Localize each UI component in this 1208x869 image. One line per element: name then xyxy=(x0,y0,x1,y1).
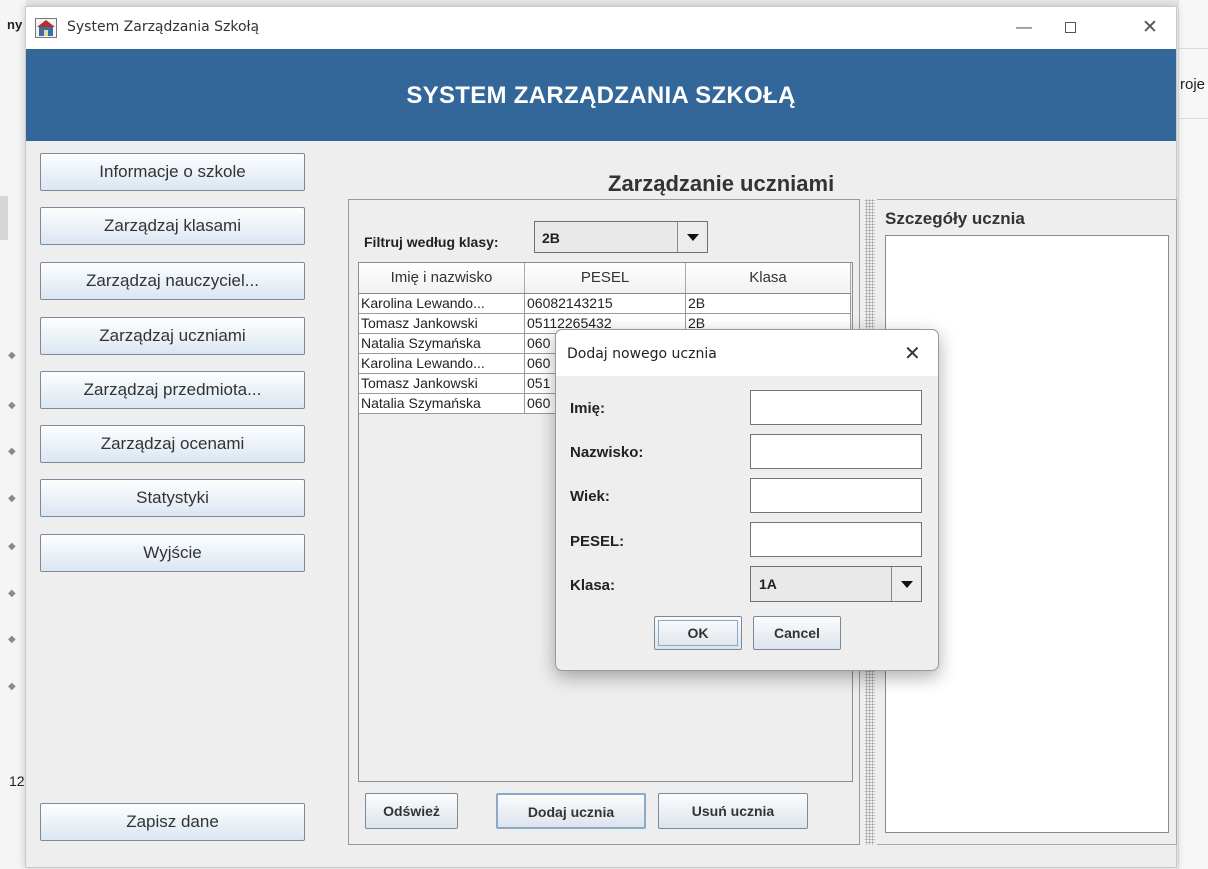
cell-name: Natalia Szymańska xyxy=(359,334,525,354)
maximize-button[interactable] xyxy=(1047,13,1093,43)
pin-icon: ◆ xyxy=(8,588,16,599)
dropdown-button[interactable] xyxy=(677,222,707,252)
nav-grades-button[interactable]: Zarządzaj ocenami xyxy=(40,425,305,463)
maximize-icon xyxy=(1064,22,1076,34)
close-button[interactable]: ✕ xyxy=(1127,13,1173,43)
minimize-button[interactable]: — xyxy=(1001,13,1047,43)
nav-exit-button[interactable]: Wyjście xyxy=(40,534,305,572)
filter-label: Filtruj według klasy: xyxy=(364,234,499,250)
dialog-titlebar[interactable]: Dodaj nowego ucznia ✕ xyxy=(556,330,938,376)
class-label: Klasa: xyxy=(570,577,616,594)
section-title: Zarządzanie uczniami xyxy=(608,171,835,196)
pin-icon: ◆ xyxy=(8,446,16,457)
background-divider xyxy=(1178,118,1208,119)
minimize-icon: — xyxy=(1016,19,1032,36)
cell-name: Natalia Szymańska xyxy=(359,394,525,414)
app-icon xyxy=(35,18,57,38)
first-name-label: Imię: xyxy=(570,400,606,417)
page-title: SYSTEM ZARZĄDZANIA SZKOŁĄ xyxy=(406,82,796,109)
cell-class: 2B xyxy=(686,294,851,314)
cancel-button[interactable]: Cancel xyxy=(753,616,841,650)
window-titlebar[interactable]: System Zarządzania Szkołą — ✕ xyxy=(26,7,1176,49)
pin-icon: ◆ xyxy=(8,400,16,411)
pin-icon: ◆ xyxy=(8,493,16,504)
cell-name: Tomasz Jankowski xyxy=(359,314,525,334)
background-app-number: 12 xyxy=(9,773,25,789)
background-app-left xyxy=(0,0,26,869)
class-filter-value: 2B xyxy=(542,230,560,246)
first-name-field[interactable] xyxy=(750,390,922,425)
pin-icon: ◆ xyxy=(8,681,16,692)
dialog-close-button[interactable]: ✕ xyxy=(904,341,921,366)
table-row[interactable]: Karolina Lewando... 06082143215 2B xyxy=(359,294,851,314)
pin-icon: ◆ xyxy=(8,541,16,552)
background-app-right xyxy=(1178,0,1208,869)
cell-name: Karolina Lewando... xyxy=(359,294,525,314)
close-icon: ✕ xyxy=(1142,17,1158,38)
nav-teachers-button[interactable]: Zarządzaj nauczyciel... xyxy=(40,262,305,300)
column-header-pesel[interactable]: PESEL xyxy=(525,263,686,293)
background-app-text: roje xyxy=(1180,76,1206,93)
nav-students-button[interactable]: Zarządzaj uczniami xyxy=(40,317,305,355)
column-header-name[interactable]: Imię i nazwisko xyxy=(359,263,525,293)
background-app-text: ny xyxy=(7,17,23,32)
details-title: Szczegóły ucznia xyxy=(885,209,1025,228)
column-header-class[interactable]: Klasa xyxy=(686,263,851,293)
class-filter-select[interactable]: 2B xyxy=(534,221,708,253)
add-student-dialog: Dodaj nowego ucznia ✕ Imię: Nazwisko: Wi… xyxy=(555,329,939,671)
add-student-button[interactable]: Dodaj ucznia xyxy=(496,793,646,829)
save-data-button[interactable]: Zapisz dane xyxy=(40,803,305,841)
nav-subjects-button[interactable]: Zarządzaj przedmiota... xyxy=(40,371,305,409)
last-name-field[interactable] xyxy=(750,434,922,469)
class-select[interactable]: 1A xyxy=(750,566,922,602)
nav-classes-button[interactable]: Zarządzaj klasami xyxy=(40,207,305,245)
screen: ny roje 12 ◆ ◆ ◆ ◆ ◆ ◆ ◆ ◆ System Zarząd… xyxy=(0,0,1208,869)
background-divider xyxy=(1178,48,1208,49)
window-title: System Zarządzania Szkołą xyxy=(67,19,260,35)
dropdown-button[interactable] xyxy=(891,567,921,601)
refresh-button[interactable]: Odśwież xyxy=(365,793,458,829)
chevron-down-icon xyxy=(901,581,913,588)
cell-name: Tomasz Jankowski xyxy=(359,374,525,394)
pesel-label: PESEL: xyxy=(570,533,625,550)
last-name-label: Nazwisko: xyxy=(570,444,644,461)
class-select-value: 1A xyxy=(759,576,777,592)
table-header: Imię i nazwisko PESEL Klasa xyxy=(359,263,851,294)
background-app-tab xyxy=(0,196,8,240)
remove-student-button[interactable]: Usuń ucznia xyxy=(658,793,808,829)
nav-school-info-button[interactable]: Informacje o szkole xyxy=(40,153,305,191)
ok-button[interactable]: OK xyxy=(654,616,742,650)
age-field[interactable] xyxy=(750,478,922,513)
pin-icon: ◆ xyxy=(8,634,16,645)
age-label: Wiek: xyxy=(570,488,610,505)
cell-pesel: 06082143215 xyxy=(525,294,686,314)
chevron-down-icon xyxy=(687,234,699,241)
cell-name: Karolina Lewando... xyxy=(359,354,525,374)
pin-icon: ◆ xyxy=(8,350,16,361)
header-banner: SYSTEM ZARZĄDZANIA SZKOŁĄ xyxy=(26,49,1176,141)
focus-ring xyxy=(658,620,738,646)
pesel-field[interactable] xyxy=(750,522,922,557)
nav-statistics-button[interactable]: Statystyki xyxy=(40,479,305,517)
dialog-title: Dodaj nowego ucznia xyxy=(567,346,717,362)
